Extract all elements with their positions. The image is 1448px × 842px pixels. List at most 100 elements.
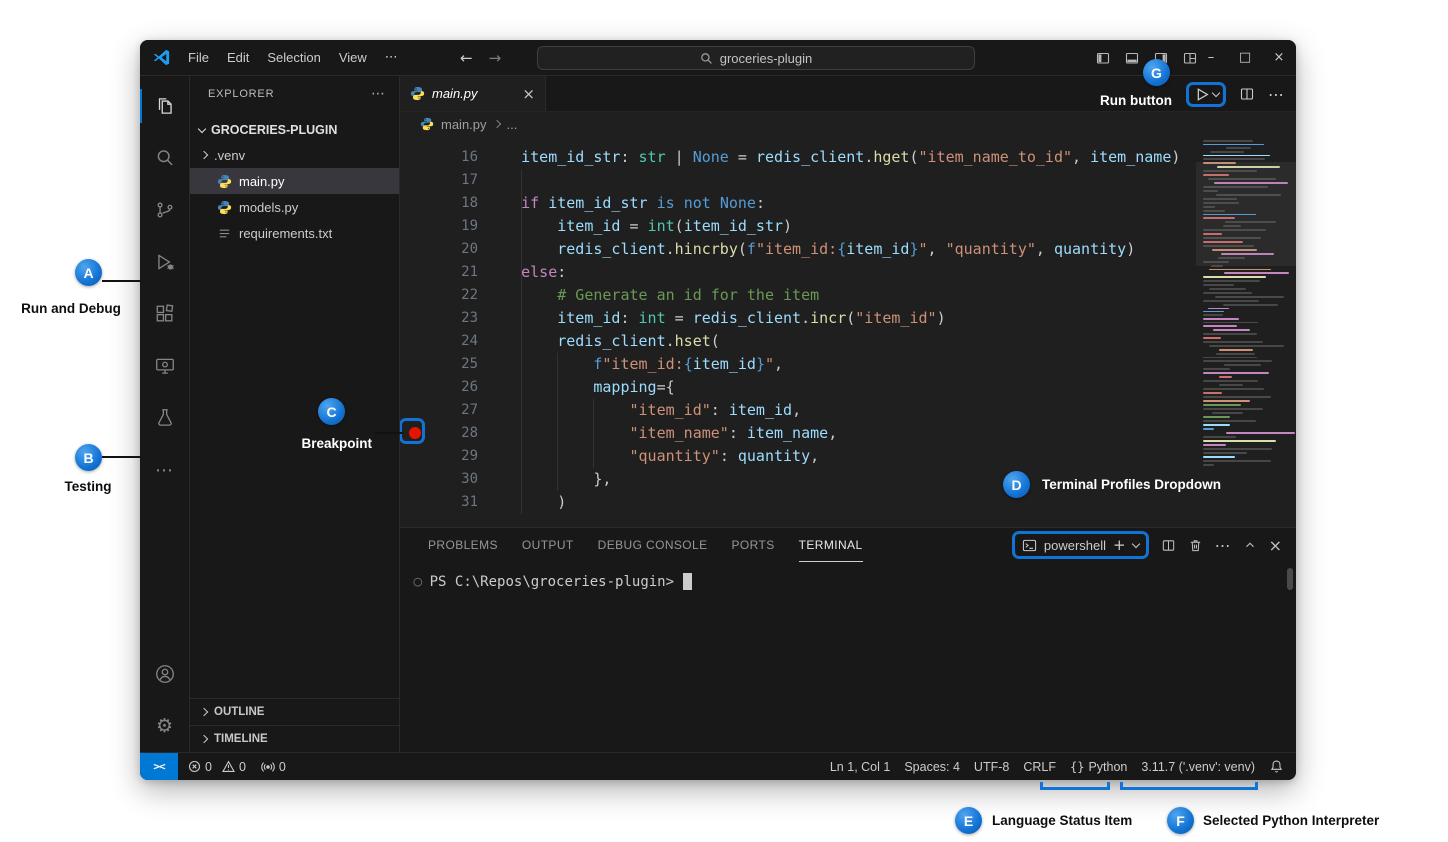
timeline-section[interactable]: TIMELINE — [190, 725, 399, 752]
tunnels-status[interactable]: 0 — [261, 760, 286, 774]
editor-more-actions-icon[interactable]: ⋯ — [1268, 85, 1284, 104]
outline-section[interactable]: OUTLINE — [190, 698, 399, 725]
code-line[interactable]: 25 f"item_id:{item_id}", — [400, 353, 1296, 376]
code-editor[interactable]: 16 item_id_str: str | None = redis_clien… — [400, 136, 1296, 527]
code-line[interactable]: 28 "item_name": item_name, — [400, 422, 1296, 445]
code-line[interactable]: 18 if item_id_str is not None: — [400, 192, 1296, 215]
code-line[interactable]: 31 ) — [400, 491, 1296, 514]
code-token: item_id_str — [548, 194, 647, 212]
sidebar-item-search[interactable] — [140, 132, 189, 184]
breakpoint-gutter[interactable] — [400, 284, 430, 307]
encoding-status[interactable]: UTF-8 — [974, 760, 1009, 774]
python-interpreter-status[interactable]: 3.11.7 ('.venv': venv) — [1141, 760, 1255, 774]
sidebar-item-run-and-debug[interactable] — [140, 236, 189, 288]
terminal-dropdown-chevron-icon[interactable] — [1131, 539, 1139, 547]
breakpoint-gutter[interactable] — [400, 215, 430, 238]
code-line[interactable]: 21 else: — [400, 261, 1296, 284]
indentation-status[interactable]: Spaces: 4 — [904, 760, 960, 774]
kill-terminal-trash-icon[interactable] — [1188, 538, 1203, 553]
minimize-icon[interactable]: – — [1194, 40, 1228, 76]
code-line[interactable]: 26 mapping={ — [400, 376, 1296, 399]
breakpoint-gutter[interactable] — [400, 261, 430, 284]
menu-file[interactable]: File — [179, 40, 218, 75]
run-dropdown-icon[interactable] — [1212, 88, 1220, 96]
tree-item-venv[interactable]: .venv — [190, 142, 399, 168]
breakpoint-gutter[interactable] — [400, 192, 430, 215]
close-tab-icon[interactable]: × — [522, 85, 535, 103]
notifications-bell-icon[interactable] — [1269, 759, 1284, 774]
sidebar-item-remote-explorer[interactable] — [140, 340, 189, 392]
terminal-scrollbar[interactable] — [1287, 568, 1293, 590]
split-terminal-icon[interactable] — [1161, 538, 1176, 553]
code-line[interactable]: 27 "item_id": item_id, — [400, 399, 1296, 422]
search-box[interactable]: groceries-plugin — [537, 46, 975, 70]
breadcrumbs[interactable]: main.py ... — [400, 112, 1296, 136]
breakpoint-gutter[interactable] — [400, 169, 430, 192]
close-window-icon[interactable]: × — [1262, 40, 1296, 76]
code-line[interactable]: 29 "quantity": quantity, — [400, 445, 1296, 468]
sidebar-item-explorer[interactable] — [140, 80, 189, 132]
new-terminal-icon[interactable]: + — [1113, 536, 1126, 554]
sidebar-item-extensions[interactable] — [140, 288, 189, 340]
panel-tab-output[interactable]: OUTPUT — [522, 528, 574, 562]
run-button[interactable] — [1193, 86, 1210, 103]
breakpoint-gutter[interactable] — [400, 468, 430, 491]
minimap-line — [1203, 444, 1226, 446]
code-line[interactable]: 19 item_id = int(item_id_str) — [400, 215, 1296, 238]
code-line[interactable]: 23 item_id: int = redis_client.incr("ite… — [400, 307, 1296, 330]
maximize-panel-icon[interactable] — [1243, 538, 1257, 552]
maximize-icon[interactable]: □ — [1228, 40, 1262, 76]
breakpoint-gutter[interactable] — [400, 353, 430, 376]
breakpoint-gutter[interactable] — [400, 422, 430, 445]
minimap[interactable] — [1200, 140, 1288, 523]
panel-tab-debug-console[interactable]: DEBUG CONSOLE — [598, 528, 708, 562]
minimap-line — [1203, 140, 1253, 142]
panel-more-actions-icon[interactable]: ⋯ — [1215, 536, 1231, 555]
breakpoint-gutter[interactable] — [400, 330, 430, 353]
breakpoint-gutter[interactable] — [400, 491, 430, 514]
cursor-position-status[interactable]: Ln 1, Col 1 — [830, 760, 890, 774]
language-status-item[interactable]: {} Python — [1070, 760, 1127, 774]
terminal[interactable]: ○ PS C:\Repos\groceries-plugin> — [400, 562, 1296, 752]
eol-status[interactable]: CRLF — [1023, 760, 1056, 774]
back-icon[interactable]: ← — [460, 49, 473, 67]
breadcrumb-file[interactable]: main.py — [441, 117, 487, 132]
split-editor-icon[interactable] — [1239, 86, 1255, 102]
menu-view[interactable]: View — [330, 40, 376, 75]
breadcrumb-more[interactable]: ... — [507, 117, 518, 132]
code-line[interactable]: 20 redis_client.hincrby(f"item_id:{item_… — [400, 238, 1296, 261]
code-line[interactable]: 24 redis_client.hset( — [400, 330, 1296, 353]
menu-edit[interactable]: Edit — [218, 40, 258, 75]
panel-tab-problems[interactable]: PROBLEMS — [428, 528, 498, 562]
close-panel-icon[interactable]: × — [1269, 536, 1282, 555]
problems-status[interactable]: 0 0 — [188, 760, 246, 774]
sidebar-item-testing[interactable] — [140, 392, 189, 444]
tree-item-main-py[interactable]: main.py — [190, 168, 399, 194]
code-line[interactable]: 22 # Generate an id for the item — [400, 284, 1296, 307]
toggle-sidebar-icon[interactable] — [1095, 50, 1111, 66]
code-line[interactable]: 17 — [400, 169, 1296, 192]
account-button[interactable] — [140, 648, 189, 700]
panel-tab-ports[interactable]: PORTS — [732, 528, 775, 562]
minimap-slider[interactable] — [1196, 162, 1296, 266]
manage-button[interactable]: ⚙ — [140, 700, 189, 752]
breakpoint-gutter[interactable] — [400, 376, 430, 399]
menu-overflow-icon[interactable]: ⋯ — [376, 40, 407, 75]
tree-item-requirements-txt[interactable]: requirements.txt — [190, 220, 399, 246]
forward-icon[interactable]: → — [489, 49, 502, 67]
explorer-actions-icon[interactable]: ⋯ — [371, 86, 385, 102]
code-line[interactable]: 16 item_id_str: str | None = redis_clien… — [400, 146, 1296, 169]
tab-main-py[interactable]: main.py × — [400, 76, 546, 111]
tree-root-folder[interactable]: GROCERIES-PLUGIN — [190, 118, 399, 142]
toggle-panel-icon[interactable] — [1124, 50, 1140, 66]
tree-item-models-py[interactable]: models.py — [190, 194, 399, 220]
sidebar-item-source-control[interactable] — [140, 184, 189, 236]
breakpoint-gutter[interactable] — [400, 238, 430, 261]
breakpoint-gutter[interactable] — [400, 146, 430, 169]
remote-indicator[interactable]: >< — [140, 753, 178, 780]
terminal-profiles-dropdown[interactable]: powershell + — [1012, 531, 1149, 559]
menu-selection[interactable]: Selection — [258, 40, 329, 75]
breakpoint-gutter[interactable] — [400, 445, 430, 468]
panel-tab-terminal[interactable]: TERMINAL — [799, 528, 863, 562]
breakpoint-gutter[interactable] — [400, 307, 430, 330]
